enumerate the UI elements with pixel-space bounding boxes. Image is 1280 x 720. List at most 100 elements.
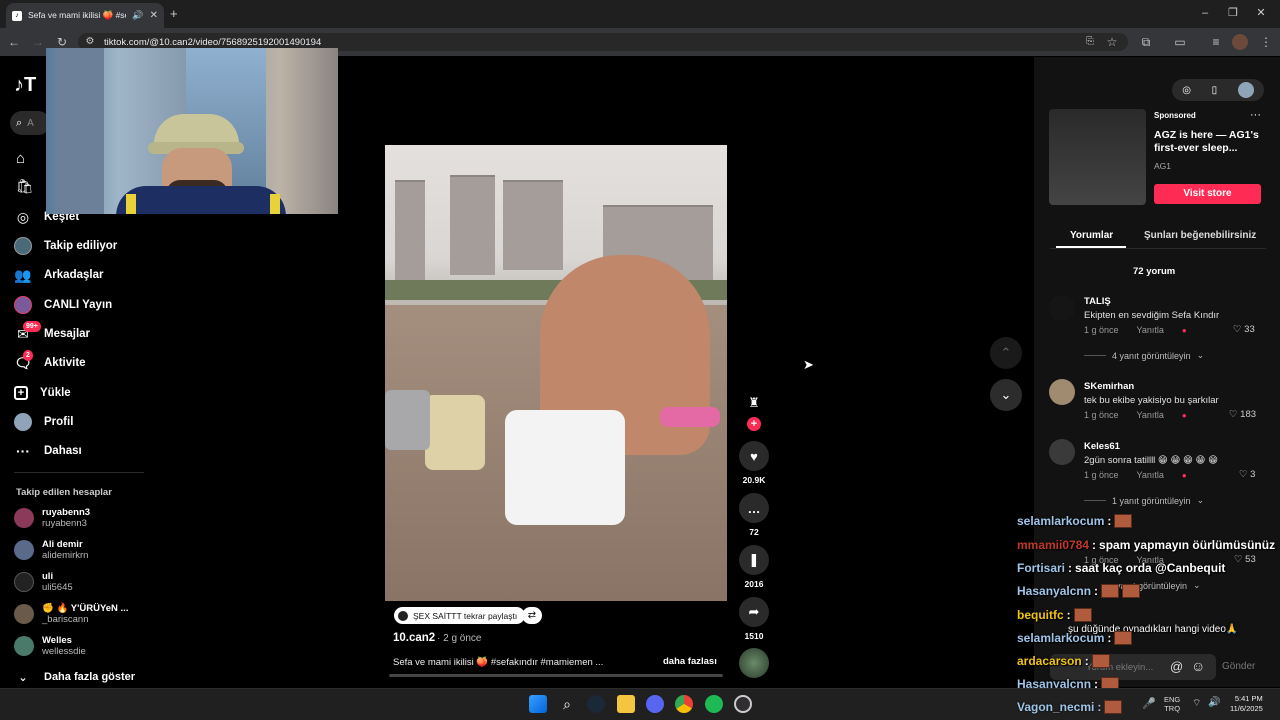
new-tab-button[interactable]: + <box>170 6 178 21</box>
chevron-down-icon: ⌄ <box>1196 350 1205 360</box>
comment-like[interactable]: ♡ 183 <box>1229 409 1256 420</box>
save-button[interactable]: ❚ 2016 <box>737 545 771 589</box>
close-window-button[interactable]: ✕ <box>1254 6 1268 20</box>
sidebar-item-friends[interactable]: 👥 Arkadaşlar <box>14 264 103 286</box>
followed-account[interactable]: Welles wellessdie <box>14 635 86 657</box>
microphone-icon[interactable]: 🎤 <box>1142 697 1156 710</box>
obs-icon[interactable] <box>734 695 752 713</box>
share-count: 1510 <box>744 631 764 641</box>
tab-comments[interactable]: Yorumlar <box>1070 230 1113 241</box>
reply-button[interactable]: Yanıtla <box>1137 410 1164 420</box>
followed-account[interactable]: uli uli5645 <box>14 571 73 593</box>
profile-avatar-icon[interactable] <box>1232 34 1248 50</box>
tab-you-may-like[interactable]: Şunları beğenebilirsiniz <box>1144 230 1256 241</box>
video-progress[interactable] <box>389 674 723 677</box>
media-controls-icon[interactable]: ≡ <box>1208 34 1224 50</box>
send-button[interactable]: Gönder <box>1222 661 1255 672</box>
device-icon[interactable]: ▯ <box>1212 85 1218 96</box>
ad-thumbnail[interactable] <box>1049 109 1146 205</box>
comment-user[interactable]: TALIŞ <box>1084 296 1111 307</box>
steam-icon[interactable] <box>587 695 605 713</box>
user-avatar[interactable] <box>1237 82 1254 98</box>
message-icon: ✉ 99+ <box>14 321 41 343</box>
shop-icon[interactable]: 🛍 <box>16 178 34 195</box>
reply-button[interactable]: Yanıtla <box>1137 470 1164 480</box>
ad-title[interactable]: AGZ is here — AG1's first-ever sleep... <box>1154 129 1259 155</box>
sidebar-item-live[interactable]: CANLI Yayın <box>14 294 112 316</box>
discord-icon[interactable] <box>646 695 664 713</box>
creator-avatar-button[interactable]: ♜ + <box>737 395 771 431</box>
language-indicator[interactable]: ENG TRQ <box>1164 695 1180 713</box>
previous-video-button[interactable]: ⌃ <box>990 337 1022 369</box>
show-more-button[interactable]: ⌄ Daha fazla göster <box>14 666 135 688</box>
comment-user[interactable]: SKemirhan <box>1084 381 1134 392</box>
close-tab-icon[interactable]: ✕ <box>150 10 158 21</box>
visit-store-button[interactable]: Visit store <box>1154 184 1261 204</box>
followed-account[interactable]: Ali demir alidemirkrn <box>14 539 88 561</box>
windows-start-icon[interactable] <box>529 695 547 713</box>
restore-button[interactable]: ❐ <box>1226 6 1240 20</box>
video-author[interactable]: 10.can2 <box>393 632 435 644</box>
video-player[interactable] <box>385 145 727 601</box>
share-button[interactable]: ➦ 1510 <box>737 597 771 641</box>
comment-user[interactable]: Keles61 <box>1084 441 1120 452</box>
comment-like[interactable]: ♡ 3 <box>1239 469 1255 480</box>
file-explorer-icon[interactable] <box>617 695 635 713</box>
spotify-icon[interactable] <box>705 695 723 713</box>
extensions-icon[interactable]: ⧉ <box>1138 34 1154 50</box>
install-app-icon[interactable]: ⎘ <box>1082 34 1098 50</box>
search-input[interactable]: ⌕ A <box>10 111 50 135</box>
chrome-icon[interactable] <box>675 695 693 713</box>
mention-icon[interactable]: @ <box>1170 659 1183 674</box>
speaker-icon[interactable]: 🔊 <box>132 10 143 21</box>
sidebar-item-profile[interactable]: Profil <box>14 411 73 433</box>
browser-tab[interactable]: ♪ Sefa ve mami ikilisi 🍑 #sefa 🔊 ✕ <box>6 3 164 28</box>
clock[interactable]: 5:41 PM 11/6/2025 <box>1230 694 1263 714</box>
next-video-button[interactable]: ⌄ <box>990 379 1022 411</box>
back-icon[interactable]: ← <box>6 34 22 50</box>
emote-icon <box>1104 700 1123 714</box>
caption-more-link[interactable]: daha fazlası <box>663 656 717 667</box>
split-view-icon[interactable]: ▭ <box>1172 34 1188 50</box>
ad-more-icon[interactable]: ··· <box>1250 109 1261 121</box>
share-icon: ➦ <box>739 597 769 627</box>
sidebar-item-label: Dahası <box>44 445 82 457</box>
repost-icon[interactable]: ⇄ <box>522 607 542 624</box>
view-replies-button[interactable]: 1 yanıt görüntüleyin ⌄ <box>1084 495 1204 506</box>
taskbar-vagon-chat: Vagon_necmi: <box>1017 700 1123 714</box>
sidebar-item-label: Mesajlar <box>44 328 91 340</box>
sidebar-item-following[interactable]: Takip ediliyor <box>14 235 117 257</box>
search-icon[interactable]: ⌕ <box>558 695 576 713</box>
home-icon[interactable]: ⌂ <box>16 150 25 167</box>
chat-message: ardacarson: <box>1017 654 1110 668</box>
emoji-icon[interactable]: ☺ <box>1191 658 1205 674</box>
comment-like[interactable]: ♡ 53 <box>1234 554 1256 565</box>
reply-button[interactable]: Yanıtla <box>1137 325 1164 335</box>
show-more-label: Daha fazla göster <box>44 671 136 683</box>
followed-account[interactable]: ✊ 🔥 Y'ÜRÜYeN ... _bariscann <box>14 603 128 625</box>
view-replies-button[interactable]: 4 yanıt görüntüleyin ⌄ <box>1084 350 1204 361</box>
sidebar-item-more[interactable]: ··· Dahası <box>14 440 82 462</box>
bookmark-star-icon[interactable]: ☆ <box>1104 34 1120 50</box>
followed-account[interactable]: ruyabenn3 ruyabenn3 <box>14 507 90 529</box>
forward-icon[interactable]: → <box>30 34 46 50</box>
volume-icon[interactable]: 🔊 <box>1208 697 1220 708</box>
follow-plus-icon[interactable]: + <box>747 417 761 431</box>
avatar[interactable] <box>1049 379 1075 405</box>
wifi-icon[interactable]: ⌔ <box>1192 697 1201 710</box>
avatar[interactable] <box>1049 295 1075 321</box>
menu-icon[interactable]: ⋮ <box>1258 34 1274 50</box>
tiktok-favicon-icon: ♪ <box>12 10 22 21</box>
avatar[interactable] <box>1049 439 1075 465</box>
sidebar-item-messages[interactable]: ✉ 99+ Mesajlar <box>14 321 91 345</box>
repost-chip[interactable]: ŞEX SAİTTT tekrar paylaştı <box>394 607 526 624</box>
minimize-button[interactable]: – <box>1198 6 1212 20</box>
comment-button[interactable]: … 72 <box>737 493 771 537</box>
sidebar-item-activity[interactable]: 🗨 2 Aktivite <box>14 350 86 374</box>
sidebar-item-upload[interactable]: + Yükle <box>14 382 71 404</box>
music-disc-icon[interactable] <box>739 648 769 678</box>
tiktok-logo-icon[interactable]: ♪T <box>14 74 36 97</box>
explore-icon[interactable]: ◎ <box>1182 85 1191 96</box>
like-button[interactable]: ♥ 20.9K <box>737 441 771 485</box>
comment-like[interactable]: ♡ 33 <box>1233 324 1255 335</box>
